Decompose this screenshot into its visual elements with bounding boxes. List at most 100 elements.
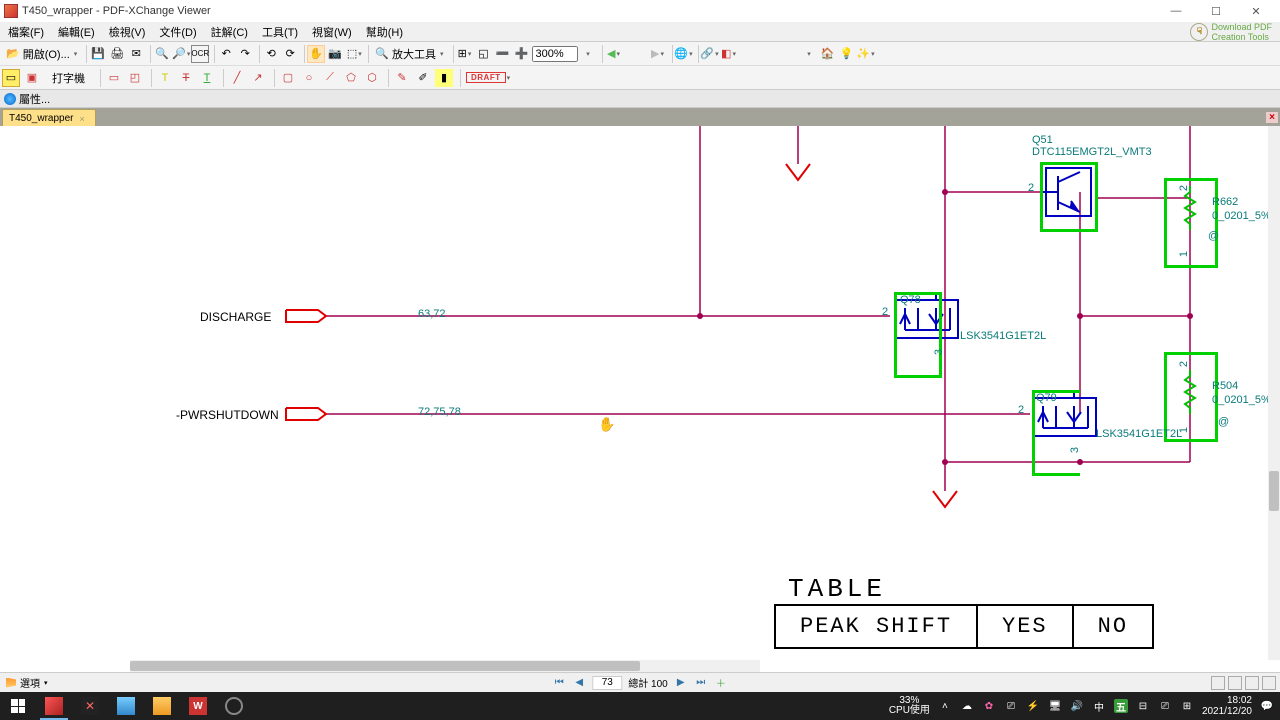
tray-cpu[interactable]: 33% CPU使用 [889,696,930,716]
horizontal-scrollbar[interactable] [130,660,760,672]
tray-chevron-icon[interactable]: ˄ [938,699,952,713]
undo-icon[interactable]: ↶ [217,45,235,63]
select-tool-dropdown[interactable]: ⬚ [345,45,363,63]
options-button[interactable]: 選項 ▾ [0,673,54,692]
highlight-icon[interactable]: T [156,69,174,87]
tab-close-icon[interactable]: × [77,114,86,124]
menu-tools[interactable]: 工具(T) [256,22,304,42]
last-page-icon[interactable]: ⏭ [694,676,708,690]
cloud-icon[interactable]: ⬡ [363,69,381,87]
rect-icon[interactable]: ▢ [279,69,297,87]
tray-monitor-icon[interactable]: 🖥 [1048,699,1062,713]
marker-icon[interactable]: ▮ [435,69,453,87]
layout-cont-icon[interactable] [1228,676,1242,690]
menu-file[interactable]: 檔案(F) [2,22,50,42]
page-number-input[interactable] [592,676,622,690]
next-page-icon[interactable]: ▶ [674,676,688,690]
ocr-icon[interactable]: OCR [191,45,209,63]
tray-clock[interactable]: 18:02 2021/12/20 [1202,695,1252,717]
task-app1[interactable]: ✕ [72,692,108,720]
save-icon[interactable]: 💾 [89,45,107,63]
link-icon[interactable]: 🔗 [701,45,719,63]
wand-icon[interactable]: ✨ [857,45,875,63]
close-button[interactable]: ✕ [1236,1,1276,21]
add-page-icon[interactable]: ＋ [714,676,728,690]
first-page-icon[interactable]: ⏮ [552,676,566,690]
zoom-input[interactable] [532,46,578,62]
redo-icon[interactable]: ↷ [236,45,254,63]
callout-icon[interactable]: ◰ [126,69,144,87]
eraser-icon[interactable]: ✐ [414,69,432,87]
web-icon[interactable]: 🌐 [675,45,693,63]
tab-t450[interactable]: T450_wrapper × [2,109,96,126]
rotate-cw-icon[interactable]: ⟳ [281,45,299,63]
layout-contfacing-icon[interactable] [1262,676,1276,690]
task-pdfx[interactable] [36,692,72,720]
minimize-button[interactable]: — [1156,1,1196,21]
home-icon[interactable]: 🏠 [819,45,837,63]
tray-shield-icon[interactable]: ⎚ [1004,699,1018,713]
strike-icon[interactable]: T [177,69,195,87]
menu-window[interactable]: 視窗(W) [306,22,358,42]
tray-gear-icon[interactable]: ✿ [982,699,996,713]
menu-edit[interactable]: 編輯(E) [52,22,101,42]
menu-comment[interactable]: 註解(C) [205,22,254,42]
tray-ime-mode1[interactable]: ⊟ [1136,699,1150,713]
tray-ime-zh[interactable]: 中 [1092,699,1106,713]
task-wps[interactable]: W [180,692,216,720]
search-icon[interactable]: 🔍 [153,45,171,63]
layout-single-icon[interactable] [1211,676,1225,690]
menu-document[interactable]: 文件(D) [153,22,202,42]
hand-tool-icon[interactable]: ✋ [307,45,325,63]
prev-page-icon[interactable]: ◀ [572,676,586,690]
oval-icon[interactable]: ○ [300,69,318,87]
tray-ime-badge[interactable]: 五 [1114,699,1128,713]
nav-fwd-icon[interactable]: ▶ [649,45,667,63]
stamp-dropdown[interactable]: DRAFT [465,69,511,87]
fit-page-icon[interactable]: ⊞ [456,45,474,63]
close-all-docs[interactable]: × [1266,112,1278,123]
mail-icon[interactable]: ✉ [127,45,145,63]
task-explorer[interactable] [144,692,180,720]
tray-power-icon[interactable]: ⚡ [1026,699,1040,713]
arrow-icon[interactable]: ↗ [249,69,267,87]
start-button[interactable] [0,692,36,720]
vscroll-thumb[interactable] [1269,471,1279,511]
document-viewport[interactable]: DISCHARGE 63,72 -PWRSHUTDOWN 72,75,78 Q5… [0,126,1268,660]
layout-facing-icon[interactable] [1245,676,1259,690]
textbox-icon[interactable]: ▭ [105,69,123,87]
polyline-icon[interactable]: ⟋ [321,69,339,87]
properties-bar[interactable]: 屬性... [0,90,1280,108]
task-obs[interactable] [216,692,252,720]
zoom-dropdown[interactable] [579,45,597,63]
snapshot-icon[interactable]: 📷 [326,45,344,63]
zoom-tool[interactable]: 🔍放大工具 [371,45,447,63]
menu-view[interactable]: 檢視(V) [103,22,152,42]
attach-icon[interactable]: ▣ [23,69,41,87]
zoom-in-icon[interactable]: ➕ [513,45,531,63]
menu-help[interactable]: 幫助(H) [360,22,409,42]
tray-notifications-icon[interactable]: 💬 [1260,699,1274,713]
rotate-ccw-icon[interactable]: ⟲ [262,45,280,63]
typewriter-tool[interactable]: 打字機 [44,69,93,87]
polygon-icon[interactable]: ⬠ [342,69,360,87]
line-icon[interactable]: ╱ [228,69,246,87]
vertical-scrollbar[interactable] [1268,126,1280,660]
task-app2[interactable] [108,692,144,720]
help-icon[interactable]: 💡 [838,45,856,63]
note-icon[interactable]: ▭ [2,69,20,87]
more-dropdown[interactable] [800,45,818,63]
tray-cloud-icon[interactable]: ☁ [960,699,974,713]
hscroll-thumb[interactable] [130,661,640,671]
print-icon[interactable]: 🖨 [108,45,126,63]
tray-network-icon[interactable]: 🔊 [1070,699,1084,713]
find-dropdown[interactable]: 🔎 [172,45,190,63]
tray-ime-mode2[interactable]: ⎚ [1158,699,1172,713]
pdf-tools-badge[interactable]: ☟ Download PDF Creation Tools [1190,22,1278,42]
maximize-button[interactable]: ☐ [1196,1,1236,21]
nav-back-icon[interactable]: ◀ [605,45,623,63]
pencil-icon[interactable]: ✎ [393,69,411,87]
open-dropdown[interactable]: 📂開啟(O)... [2,45,81,63]
actual-size-icon[interactable]: ◱ [475,45,493,63]
extra-icon[interactable]: ◧ [720,45,738,63]
